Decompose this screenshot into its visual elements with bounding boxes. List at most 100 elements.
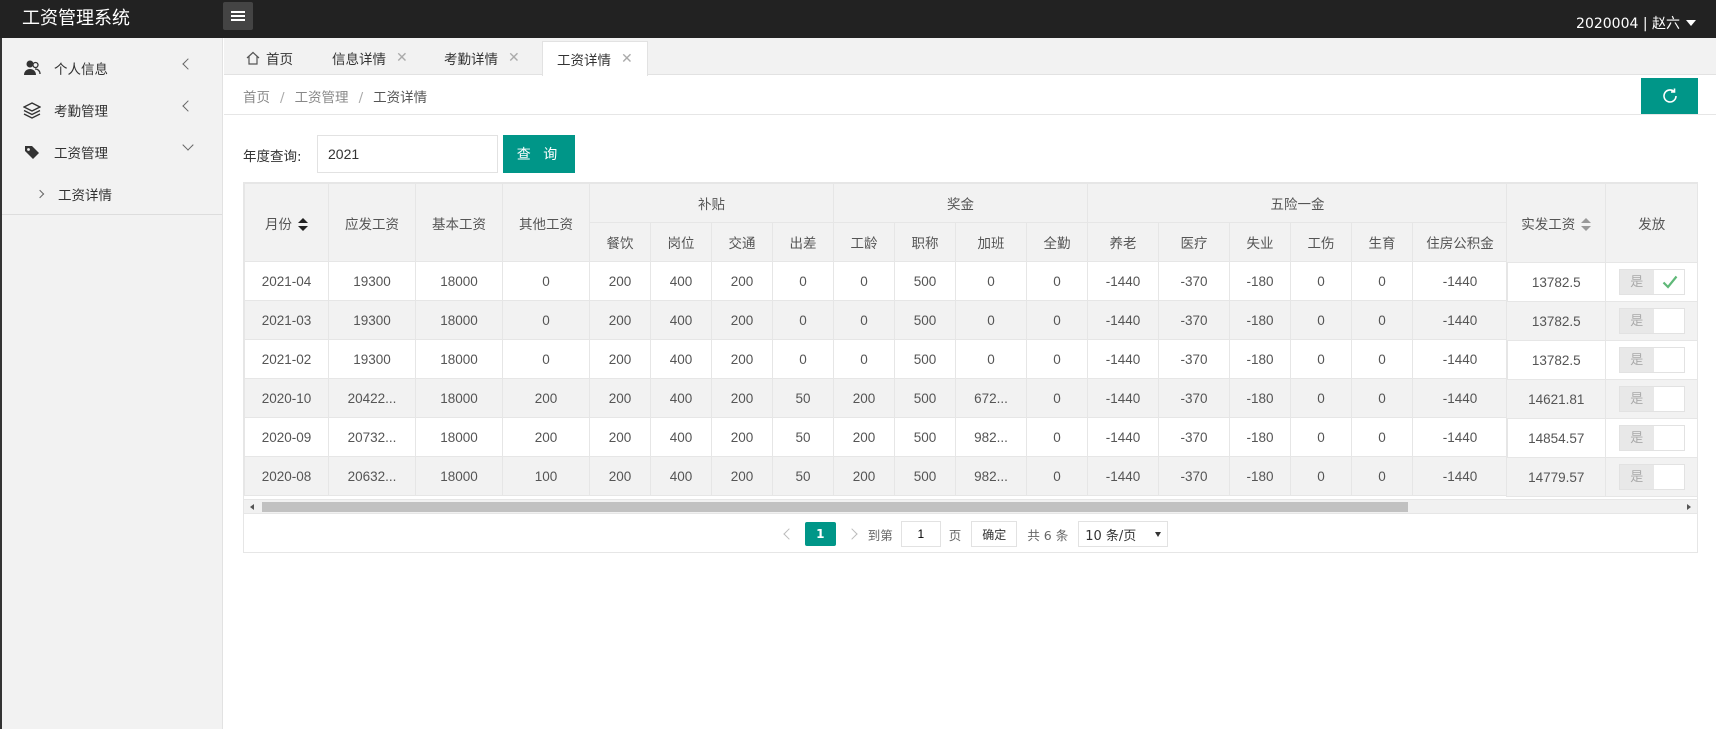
table-cell-i2: -370	[1158, 339, 1230, 379]
table-cell-b2: 500	[894, 261, 956, 301]
table-cell-b3: 0	[955, 339, 1027, 379]
paid-switch[interactable]: 是	[1618, 347, 1685, 373]
refresh-button[interactable]	[1641, 78, 1698, 114]
switch-label: 是	[1619, 348, 1654, 372]
user-menu[interactable]: 2020004 | 赵六	[1576, 13, 1696, 33]
goto-confirm-button[interactable]: 确定	[971, 521, 1018, 547]
sort-icon[interactable]	[1581, 218, 1592, 232]
table-cell-month: 2021-03	[244, 300, 329, 340]
table-cell-i3: -180	[1229, 261, 1291, 301]
paid-switch[interactable]: 是	[1618, 464, 1685, 490]
table-cell-b4: 0	[1026, 378, 1088, 418]
scroll-right-icon[interactable]	[1687, 504, 1691, 510]
table-cell-s1: 200	[589, 456, 651, 496]
table-cell-s2: 400	[650, 456, 712, 496]
table-cell-s3: 200	[711, 261, 773, 301]
close-icon[interactable]: ✕	[621, 51, 633, 67]
table-cell-s1: 200	[589, 417, 651, 457]
table-row: 13782.5 是	[1505, 262, 1698, 302]
sort-icon[interactable]	[298, 217, 308, 232]
col-header-net[interactable]: 实发工资	[1505, 183, 1607, 263]
table-cell-s2: 400	[650, 300, 712, 340]
table-cell-i1: -1440	[1087, 300, 1159, 340]
scrollbar-thumb[interactable]	[262, 502, 1408, 512]
scroll-left-icon[interactable]	[250, 504, 254, 510]
table-cell-s4: 0	[772, 261, 834, 301]
tab-info-detail[interactable]: 信息详情 ✕	[332, 41, 408, 75]
table-cell-i4: 0	[1290, 300, 1352, 340]
col-header-month[interactable]: 月份	[244, 183, 329, 262]
table-cell-other: 200	[502, 378, 590, 418]
table-cell-b3: 672...	[955, 378, 1027, 418]
table-cell-s1: 200	[589, 261, 651, 301]
table-cell-i2: -370	[1158, 261, 1230, 301]
salary-table-grid: 月份 应发工资 基本工资 其他工资 补贴 奖金 五险一金 餐饮 岗位 交通 出差…	[244, 183, 1508, 496]
col-group-bonus: 奖金	[833, 183, 1088, 223]
col-header-base: 基本工资	[415, 183, 503, 262]
close-icon[interactable]: ✕	[508, 50, 520, 66]
table-cell-s2: 400	[650, 417, 712, 457]
query-button[interactable]: 查 询	[503, 135, 575, 173]
table-cell-i1: -1440	[1087, 378, 1159, 418]
breadcrumb-separator: /	[358, 90, 364, 106]
breadcrumb: 首页 / 工资管理 / 工资详情	[243, 86, 427, 106]
table-cell-month: 2020-08	[244, 456, 329, 496]
table-cell-i6: -1440	[1412, 456, 1508, 496]
horizontal-scrollbar[interactable]	[244, 499, 1697, 513]
salary-table: 月份 应发工资 基本工资 其他工资 补贴 奖金 五险一金 餐饮 岗位 交通 出差…	[243, 182, 1698, 553]
col-header-label: 实发工资	[1521, 217, 1576, 233]
breadcrumb-section[interactable]: 工资管理	[295, 90, 349, 106]
col-header-overtime: 加班	[955, 222, 1027, 262]
layers-icon	[22, 100, 42, 120]
sidebar-subitem-salary-detail[interactable]: 工资详情	[2, 173, 222, 215]
table-cell-i5: 0	[1351, 456, 1413, 496]
page-size-select[interactable]: 10 条/页	[1078, 521, 1169, 547]
prev-page-icon[interactable]	[783, 528, 795, 540]
paid-switch[interactable]: 是	[1618, 308, 1685, 334]
table-cell-net: 14621.81	[1505, 379, 1607, 419]
tab-label: 首页	[266, 52, 293, 68]
menu-toggle-button[interactable]	[223, 2, 253, 30]
sidebar-item-attendance[interactable]: 考勤管理	[2, 89, 222, 131]
table-cell-i3: -180	[1229, 417, 1291, 457]
page-current[interactable]: 1	[804, 522, 836, 546]
paid-switch[interactable]: 是	[1618, 386, 1685, 412]
close-icon[interactable]: ✕	[396, 50, 408, 66]
tab-attendance-detail[interactable]: 考勤详情 ✕	[444, 41, 520, 75]
tab-salary-detail[interactable]: 工资详情 ✕	[542, 41, 648, 76]
switch-label: 是	[1619, 465, 1654, 489]
col-group-insurance: 五险一金	[1087, 183, 1508, 223]
table-cell-s4: 50	[772, 456, 834, 496]
table-cell-s2: 400	[650, 378, 712, 418]
next-page-icon[interactable]	[846, 528, 858, 540]
sidebar-item-label: 考勤管理	[54, 104, 108, 120]
sidebar-item-personal-info[interactable]: 个人信息	[2, 47, 222, 89]
table-cell-s2: 400	[650, 261, 712, 301]
switch-label: 是	[1619, 270, 1654, 294]
year-query-label: 年度查询:	[243, 149, 302, 165]
table-cell-gross: 19300	[328, 339, 416, 379]
table-cell-gross: 20422...	[328, 378, 416, 418]
table-cell-i5: 0	[1351, 261, 1413, 301]
table-cell-base: 18000	[415, 339, 503, 379]
table-cell-b2: 500	[894, 456, 956, 496]
tab-home[interactable]: 首页	[246, 41, 293, 75]
table-cell-b2: 500	[894, 300, 956, 340]
paid-switch[interactable]: 是	[1618, 269, 1685, 295]
goto-page-input[interactable]	[900, 521, 941, 547]
table-cell-i4: 0	[1290, 261, 1352, 301]
col-header-title: 职称	[894, 222, 956, 262]
table-cell-other: 100	[502, 456, 590, 496]
sidebar-item-salary[interactable]: 工资管理	[2, 131, 222, 173]
table-cell-b1: 200	[833, 417, 895, 457]
table-cell-i5: 0	[1351, 417, 1413, 457]
table-cell-b4: 0	[1026, 456, 1088, 496]
breadcrumb-home[interactable]: 首页	[243, 90, 270, 106]
table-row: 13782.5 是	[1505, 301, 1698, 341]
table-cell-i2: -370	[1158, 417, 1230, 457]
table-cell-i1: -1440	[1087, 456, 1159, 496]
paid-switch[interactable]: 是	[1618, 425, 1685, 451]
table-cell-i6: -1440	[1412, 261, 1508, 301]
year-query-input[interactable]	[317, 135, 498, 173]
col-header-medical: 医疗	[1158, 222, 1230, 262]
